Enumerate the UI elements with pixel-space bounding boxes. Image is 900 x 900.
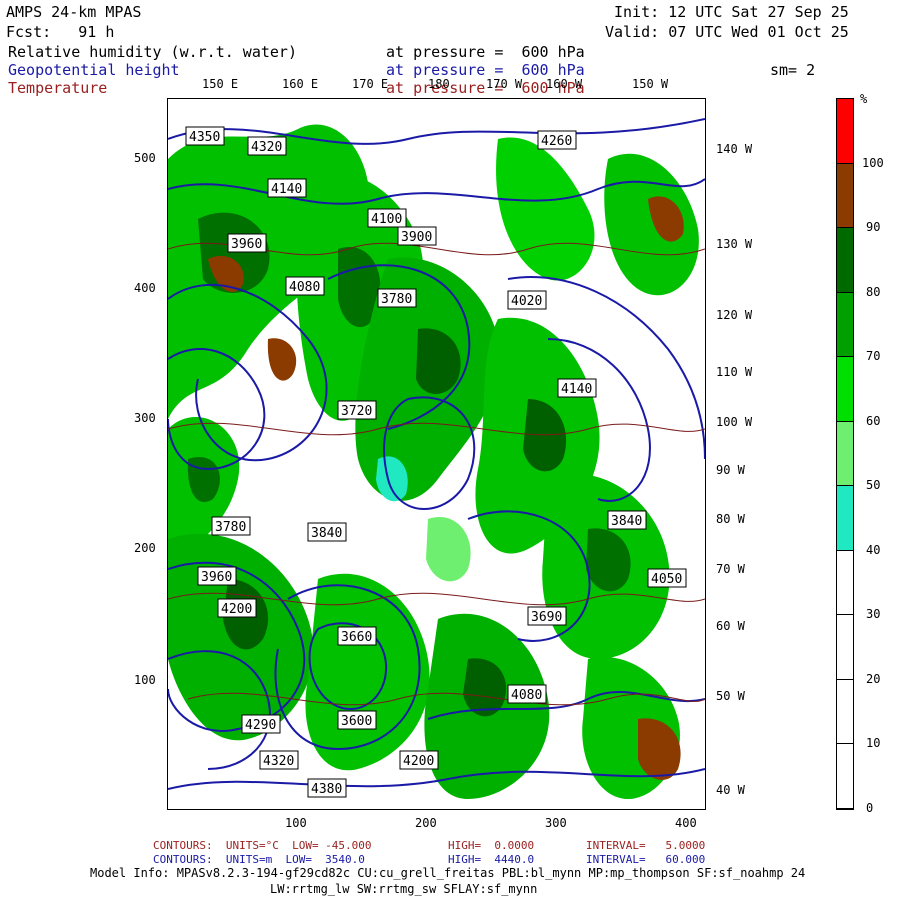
field-height-name: Geopotential height: [8, 61, 180, 79]
lon-label-right: 120 W: [716, 308, 753, 322]
temp-contour-info: CONTOURS: UNITS=°C LOW= -45.000: [153, 839, 372, 852]
lon-label-top: 160 W: [546, 77, 583, 91]
model-info: Model Info: MPASv8.2.3-194-gf29cd82c CU:…: [90, 866, 806, 880]
lon-label-top: 150 E: [202, 77, 239, 91]
colorbar-label: 60: [866, 413, 881, 428]
colorbar-swatch: [837, 228, 853, 293]
field-rh-level: at pressure = 600 hPa: [386, 43, 585, 61]
height-label: 3600: [341, 714, 372, 729]
y-tick-label: 200: [134, 541, 156, 555]
colorbar-swatch: [837, 744, 853, 810]
lon-label-top: 180: [428, 77, 450, 91]
height-label: 3720: [341, 404, 372, 419]
colorbar-swatches: [837, 99, 853, 810]
colorbar-swatch: [837, 99, 853, 164]
height-label: 3660: [341, 630, 372, 645]
lon-label-top: 150 W: [632, 77, 669, 91]
lon-label-top: 160 E: [282, 77, 319, 91]
height-label: 4350: [189, 130, 220, 145]
model-info-2: LW:rrtmg_lw SW:rrtmg_sw SFLAY:sf_mynn: [270, 882, 538, 896]
smoothing-label: sm= 2: [770, 61, 816, 79]
y-tick-label: 500: [134, 151, 156, 165]
lon-label-right: 80 W: [716, 512, 745, 526]
colorbar-swatch: [837, 357, 853, 422]
height-contour-info: CONTOURS: UNITS=m LOW= 3540.0: [153, 853, 365, 866]
rh-fill-layer: [168, 124, 699, 799]
height-label: 3900: [401, 230, 432, 245]
colorbar-swatch: [837, 550, 853, 616]
height-label: 4140: [271, 182, 302, 197]
temp-contour-interval: INTERVAL= 5.0000: [586, 839, 706, 852]
colorbar-label: 10: [866, 736, 881, 751]
valid-time: Valid: 07 UTC Wed 01 Oct 25: [605, 23, 849, 41]
colorbar-label: 30: [866, 607, 881, 622]
lon-label-right: 140 W: [716, 142, 753, 156]
colorbar-swatch: [837, 486, 853, 551]
colorbar-swatch: [837, 163, 853, 229]
height-label: 4200: [403, 754, 434, 769]
y-tick-label: 100: [134, 673, 156, 687]
lon-label-top: 170 W: [486, 77, 523, 91]
height-contour-high: HIGH= 4440.0: [448, 853, 535, 866]
height-label: 3780: [381, 292, 412, 307]
lon-label-right: 70 W: [716, 562, 745, 576]
colorbar-swatch: [837, 421, 853, 487]
height-label: 4140: [561, 382, 592, 397]
field-temp-name: Temperature: [8, 79, 108, 97]
height-label: 4260: [541, 134, 572, 149]
colorbar-label: 70: [866, 349, 881, 364]
height-label: 3840: [311, 526, 342, 541]
lon-label-right: 40 W: [716, 783, 745, 797]
height-label: 4080: [511, 688, 542, 703]
lon-label-right: 50 W: [716, 689, 745, 703]
lon-label-right: 60 W: [716, 619, 745, 633]
colorbar-label: 40: [866, 542, 881, 557]
lon-label-top: 170 E: [352, 77, 389, 91]
lon-label-right: 130 W: [716, 237, 753, 251]
height-label: 4320: [251, 140, 282, 155]
forecast-hour: Fcst: 91 h: [6, 23, 115, 41]
colorbar-label: 100: [862, 155, 884, 170]
height-label: 3690: [531, 610, 562, 625]
height-label: 3960: [231, 237, 262, 252]
height-label: 3840: [611, 514, 642, 529]
height-label: 3960: [201, 570, 232, 585]
height-contour-interval: INTERVAL= 60.000: [586, 853, 706, 866]
colorbar-swatch: [837, 292, 853, 358]
height-label: 4080: [289, 280, 320, 295]
colorbar-label: 90: [866, 220, 881, 235]
x-tick-label: 200: [415, 816, 437, 830]
height-label: 4380: [311, 782, 342, 797]
y-tick-label: 300: [134, 411, 156, 425]
y-tick-label: 400: [134, 281, 156, 295]
height-label: 3780: [215, 520, 246, 535]
x-tick-label: 300: [545, 816, 567, 830]
colorbar-label: 0: [866, 801, 874, 815]
colorbar-label: 20: [866, 671, 881, 686]
height-label: 4050: [651, 572, 682, 587]
map-canvas: 4350 4320 4140 4100 3960 4080 3780 4020 …: [168, 118, 705, 799]
lon-label-right: 90 W: [716, 463, 745, 477]
temp-contour-high: HIGH= 0.0000: [448, 839, 535, 852]
lon-label-right: 110 W: [716, 365, 753, 379]
x-tick-label: 400: [675, 816, 697, 830]
height-label: 4200: [221, 602, 252, 617]
colorbar-swatch: [837, 615, 853, 680]
height-label: 4100: [371, 212, 402, 227]
height-label: 4320: [263, 754, 294, 769]
colorbar-label: 50: [866, 478, 881, 493]
height-label: 4290: [245, 718, 276, 733]
field-rh-name: Relative humidity (w.r.t. water): [8, 43, 297, 61]
height-label: 4020: [511, 294, 542, 309]
lon-label-right: 100 W: [716, 415, 753, 429]
init-time: Init: 12 UTC Sat 27 Sep 25: [614, 3, 849, 21]
x-tick-label: 100: [285, 816, 307, 830]
model-title: AMPS 24-km MPAS: [6, 3, 142, 21]
colorbar-swatch: [837, 679, 853, 745]
weather-map: 4350 4320 4140 4100 3960 4080 3780 4020 …: [167, 98, 706, 810]
colorbar-unit: %: [860, 92, 868, 106]
colorbar-label: 80: [866, 284, 881, 299]
rh-colorbar: [836, 98, 854, 810]
